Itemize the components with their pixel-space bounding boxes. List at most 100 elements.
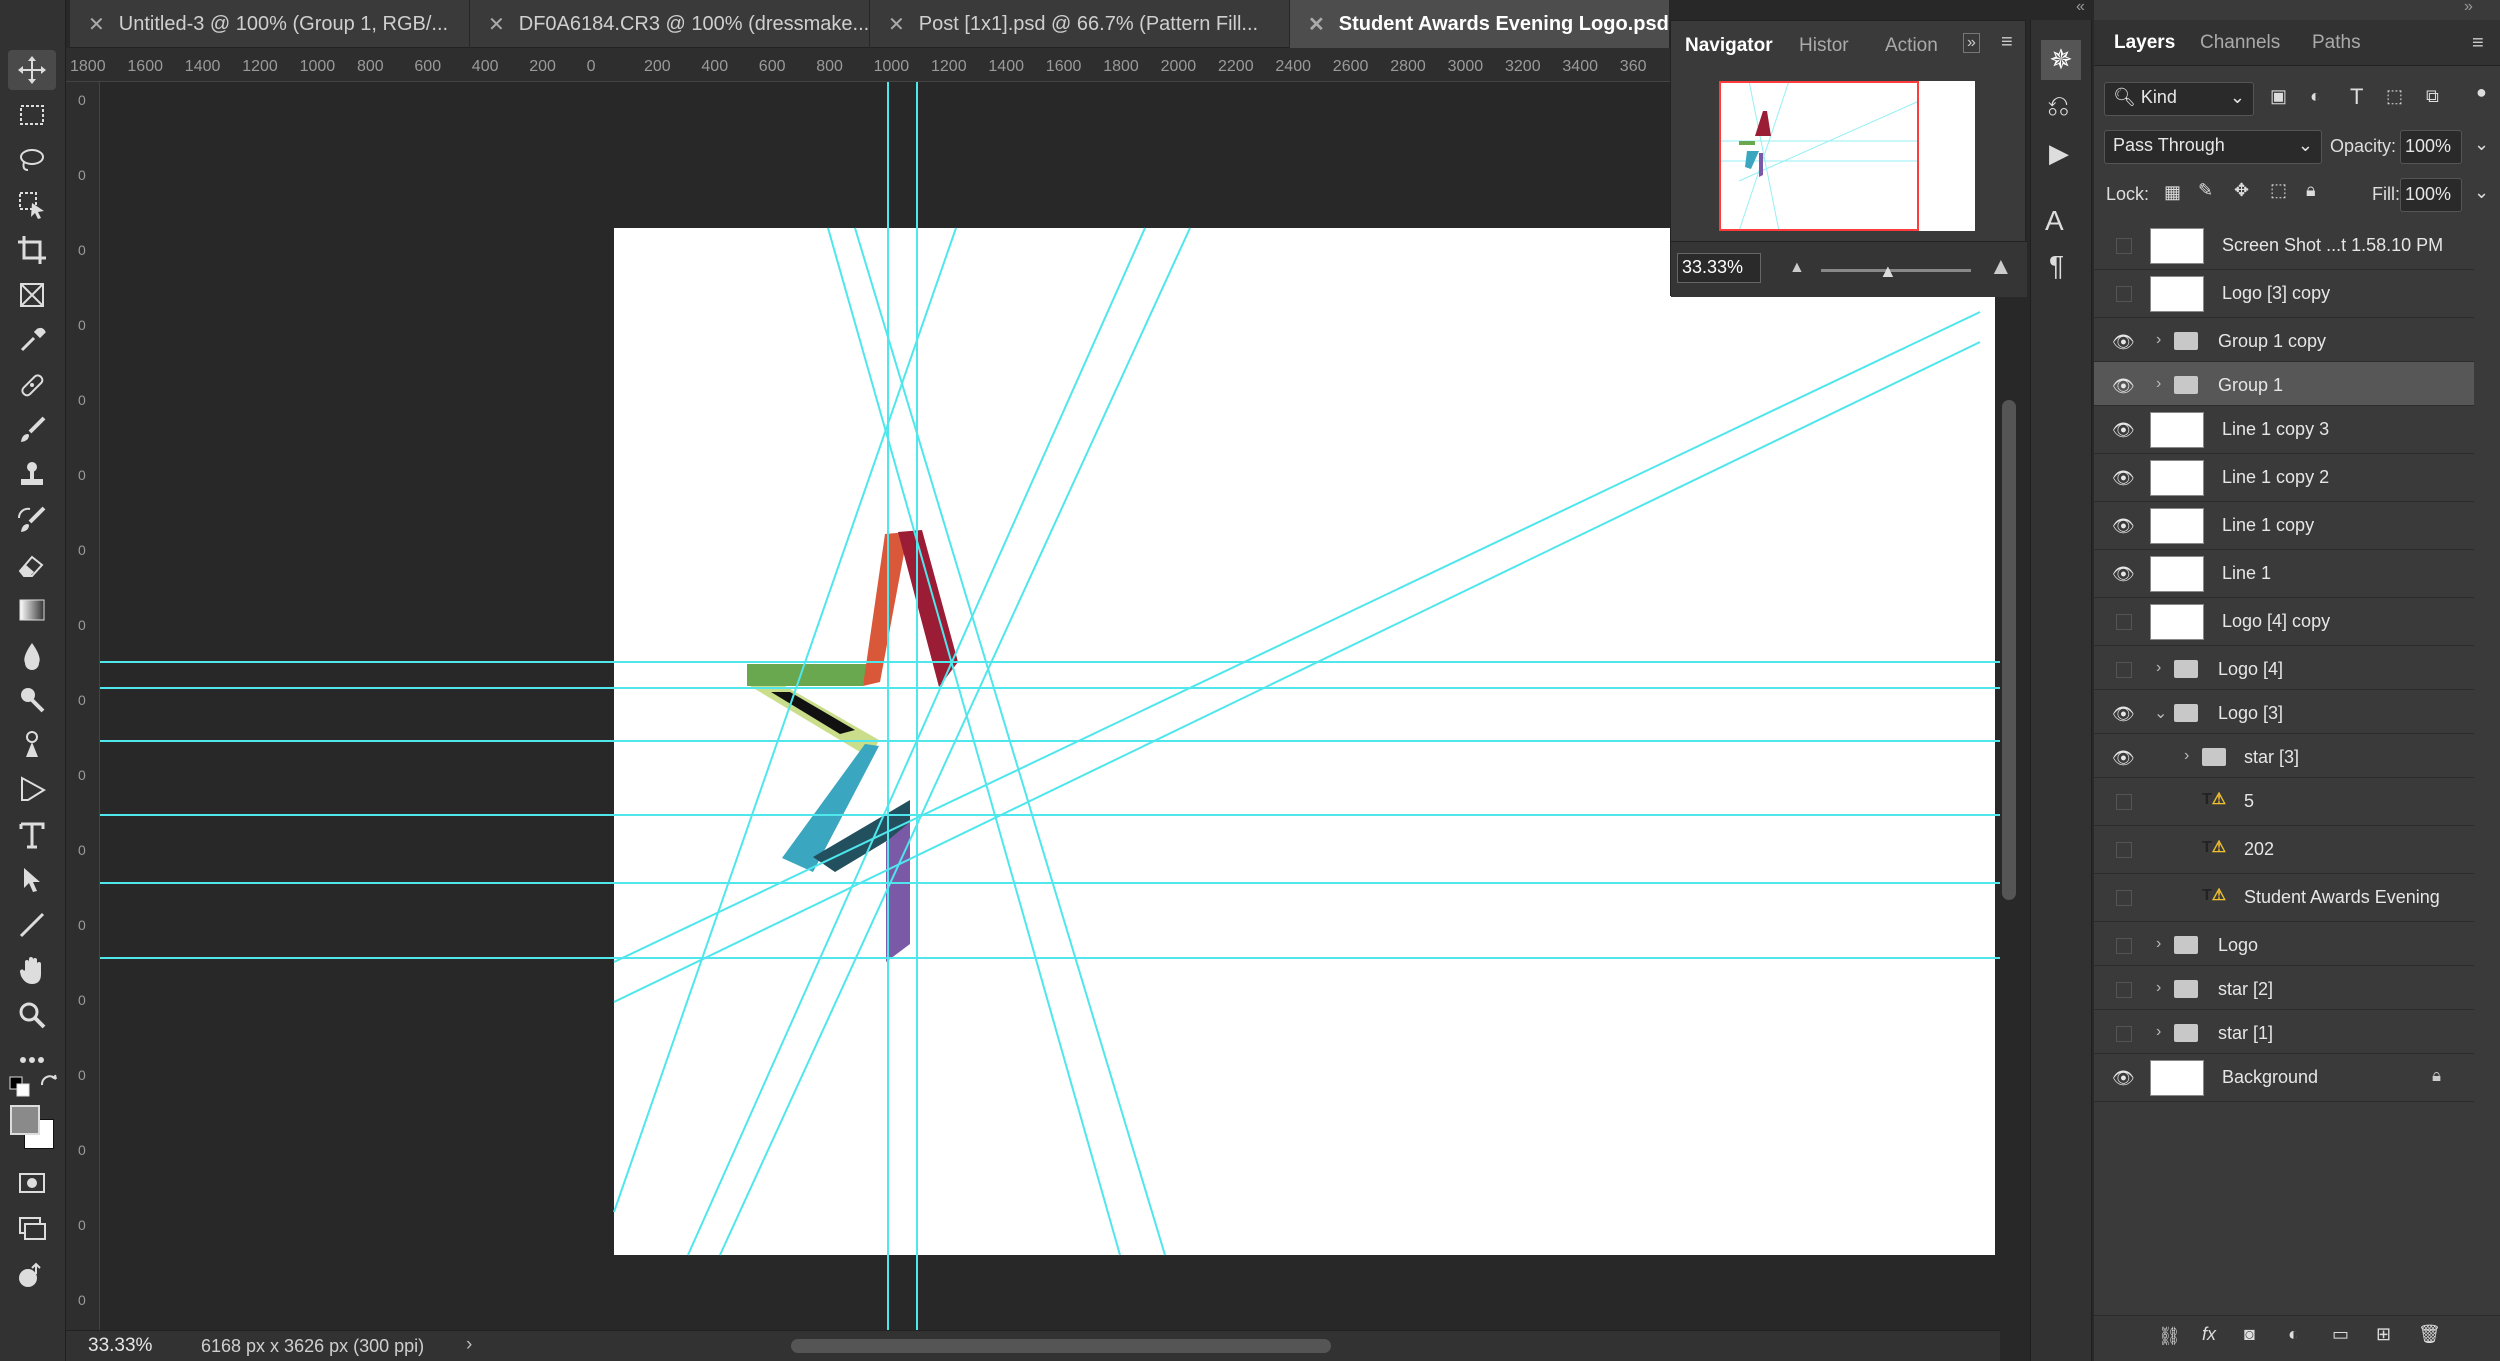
layer-row[interactable]: 👁︎ ⌄ Logo [3] xyxy=(2094,690,2474,734)
frame-tool-icon[interactable] xyxy=(8,275,56,315)
tab-history[interactable]: Histor xyxy=(1799,21,1849,71)
chevron-down-icon[interactable]: ⌄ xyxy=(2474,134,2489,155)
layer-row[interactable]: 👁︎ Background 🔒︎ xyxy=(2094,1054,2474,1102)
fx-icon[interactable]: fx xyxy=(2202,1324,2216,1345)
path-selection-tool-icon[interactable] xyxy=(8,770,56,810)
lock-transparent-icon[interactable]: ▦ xyxy=(2164,182,2181,203)
panel-menu-icon[interactable]: ≡ xyxy=(2001,31,2013,54)
tab-untitled-3[interactable]: ✕ Untitled-3 @ 100% (Group 1, RGB/... xyxy=(70,0,470,48)
history-brush-tool-icon[interactable] xyxy=(8,500,56,540)
delete-layer-icon[interactable]: 🗑︎ xyxy=(2418,1324,2441,1345)
color-swatches[interactable] xyxy=(10,1105,58,1153)
tab-navigator[interactable]: Navigator xyxy=(1685,21,1773,71)
eye-icon[interactable]: 👁︎ xyxy=(2112,516,2138,536)
object-select-tool-icon[interactable] xyxy=(8,185,56,225)
visibility-toggle[interactable] xyxy=(2116,842,2132,858)
screen-mode-icon[interactable] xyxy=(8,1208,56,1248)
layer-row[interactable]: T⚠ 5 xyxy=(2094,778,2474,826)
character-icon[interactable]: A xyxy=(2045,205,2064,237)
layer-row[interactable]: 👁︎ Line 1 copy 3 xyxy=(2094,406,2474,454)
lock-icon[interactable]: 🔒︎ xyxy=(2432,1066,2441,1086)
line-tool-icon[interactable] xyxy=(8,905,56,945)
tab-layers[interactable]: Layers xyxy=(2114,20,2175,66)
stamp-tool-icon[interactable] xyxy=(8,455,56,495)
lock-position-icon[interactable]: ✥ xyxy=(2234,180,2249,201)
navigator-zoom-input[interactable]: 33.33% xyxy=(1677,253,1761,283)
close-icon[interactable]: ✕ xyxy=(1308,12,1325,37)
layer-row[interactable]: › star [2] xyxy=(2094,966,2474,1010)
layer-row[interactable]: Screen Shot ...t 1.58.10 PM xyxy=(2094,222,2474,270)
link-layers-icon[interactable]: ⛓︎ xyxy=(2158,1326,2181,1347)
gradient-tool-icon[interactable] xyxy=(8,590,56,630)
hand-tool-icon[interactable] xyxy=(8,950,56,990)
blend-mode-select[interactable]: Pass Through ⌄ xyxy=(2104,130,2322,164)
visibility-toggle[interactable] xyxy=(2116,286,2132,302)
visibility-toggle[interactable] xyxy=(2116,238,2132,254)
zoom-tool-icon[interactable] xyxy=(8,995,56,1035)
eye-icon[interactable]: 👁︎ xyxy=(2112,704,2138,724)
layer-row[interactable]: › Logo xyxy=(2094,922,2474,966)
visibility-toggle[interactable] xyxy=(2116,794,2132,810)
filter-toggle-icon[interactable]: ● xyxy=(2476,82,2487,103)
layer-row[interactable]: 👁︎ Line 1 copy 2 xyxy=(2094,454,2474,502)
layer-row[interactable]: 👁︎ Line 1 copy xyxy=(2094,502,2474,550)
chevron-right-icon[interactable]: › xyxy=(2184,747,2189,765)
kind-filter[interactable]: 🔍︎ Kind ⌄ xyxy=(2104,82,2254,116)
crop-tool-icon[interactable] xyxy=(8,230,56,270)
direct-selection-tool-icon[interactable] xyxy=(8,860,56,900)
horizontal-ruler[interactable]: 1800 1600 1400 1200 1000 800 600 400 200 0 200 400 6… xyxy=(66,48,1670,82)
close-icon[interactable]: ✕ xyxy=(88,12,105,37)
new-layer-icon[interactable]: ⊞ xyxy=(2376,1324,2391,1345)
lock-artboard-icon[interactable]: ⬚ xyxy=(2270,180,2287,201)
chevron-down-icon[interactable]: ⌄ xyxy=(2474,182,2489,203)
zoom-in-icon[interactable]: ▲ xyxy=(1989,253,2013,281)
dodge-tool-icon[interactable] xyxy=(8,680,56,720)
shape-filter-icon[interactable]: ⬚ xyxy=(2386,86,2403,107)
tab-paths[interactable]: Paths xyxy=(2312,20,2361,66)
visibility-toggle[interactable] xyxy=(2116,662,2132,678)
type-tool-icon[interactable] xyxy=(8,815,56,855)
expand-panels-icon[interactable]: » xyxy=(2464,0,2473,16)
play-icon[interactable]: ▶ xyxy=(2049,138,2069,169)
eye-icon[interactable]: 👁︎ xyxy=(2112,564,2138,584)
visibility-toggle[interactable] xyxy=(2116,890,2132,906)
panel-menu-icon[interactable]: ≡ xyxy=(2472,32,2484,55)
brush-tool-icon[interactable] xyxy=(8,410,56,450)
layer-row[interactable]: 👁︎ › Group 1 copy xyxy=(2094,318,2474,362)
layer-row[interactable]: 👁︎ Line 1 xyxy=(2094,550,2474,598)
chevron-right-icon[interactable]: › xyxy=(466,1334,472,1356)
quick-mask-icon[interactable] xyxy=(8,1163,56,1203)
navigator-preview[interactable] xyxy=(1719,80,1975,232)
horizontal-scrollbar[interactable] xyxy=(791,1339,1331,1353)
eye-icon[interactable]: 👁︎ xyxy=(2112,1068,2138,1088)
chevron-right-icon[interactable]: › xyxy=(2156,979,2161,997)
marquee-tool-icon[interactable] xyxy=(8,95,56,135)
eye-icon[interactable]: 👁︎ xyxy=(2112,332,2138,352)
eraser-tool-icon[interactable] xyxy=(8,545,56,585)
vertical-ruler[interactable]: 0 0 0 0 0 0 0 0 0 0 0 0 0 0 0 0 0 xyxy=(66,82,100,1332)
layer-row[interactable]: T⚠ 202 xyxy=(2094,826,2474,874)
tab-actions[interactable]: Action xyxy=(1885,21,1938,71)
blur-tool-icon[interactable] xyxy=(8,635,56,675)
pixel-filter-icon[interactable]: ▣ xyxy=(2270,86,2287,107)
chevron-right-icon[interactable]: › xyxy=(2156,935,2161,953)
healing-brush-tool-icon[interactable] xyxy=(8,365,56,405)
layer-row-selected[interactable]: 👁︎ › Group 1 xyxy=(2094,362,2474,406)
close-icon[interactable]: ✕ xyxy=(888,12,905,37)
eye-icon[interactable]: 👁︎ xyxy=(2112,468,2138,488)
zoom-out-icon[interactable]: ▲ xyxy=(1789,259,1805,277)
visibility-toggle[interactable] xyxy=(2116,982,2132,998)
visibility-toggle[interactable] xyxy=(2116,1026,2132,1042)
opacity-input[interactable]: 100% xyxy=(2400,130,2462,164)
adjustment-layer-icon[interactable]: ◐ xyxy=(2288,1324,2299,1345)
history-icon[interactable]: ⎌ xyxy=(2047,90,2069,123)
tab-post[interactable]: ✕ Post [1x1].psd @ 66.7% (Pattern Fill... xyxy=(870,0,1290,48)
pen-tool-icon[interactable] xyxy=(8,725,56,765)
panel-expand-icon[interactable]: » xyxy=(1963,33,1980,53)
collapse-panels-icon[interactable]: « xyxy=(2076,0,2085,16)
visibility-toggle[interactable] xyxy=(2116,614,2132,630)
lock-paint-icon[interactable]: ✎ xyxy=(2198,180,2213,201)
layer-row[interactable]: T⚠ Student Awards Evening xyxy=(2094,874,2474,922)
tab-df0a6184[interactable]: ✕ DF0A6184.CR3 @ 100% (dressmake... xyxy=(470,0,870,48)
eye-icon[interactable]: 👁︎ xyxy=(2112,748,2138,768)
